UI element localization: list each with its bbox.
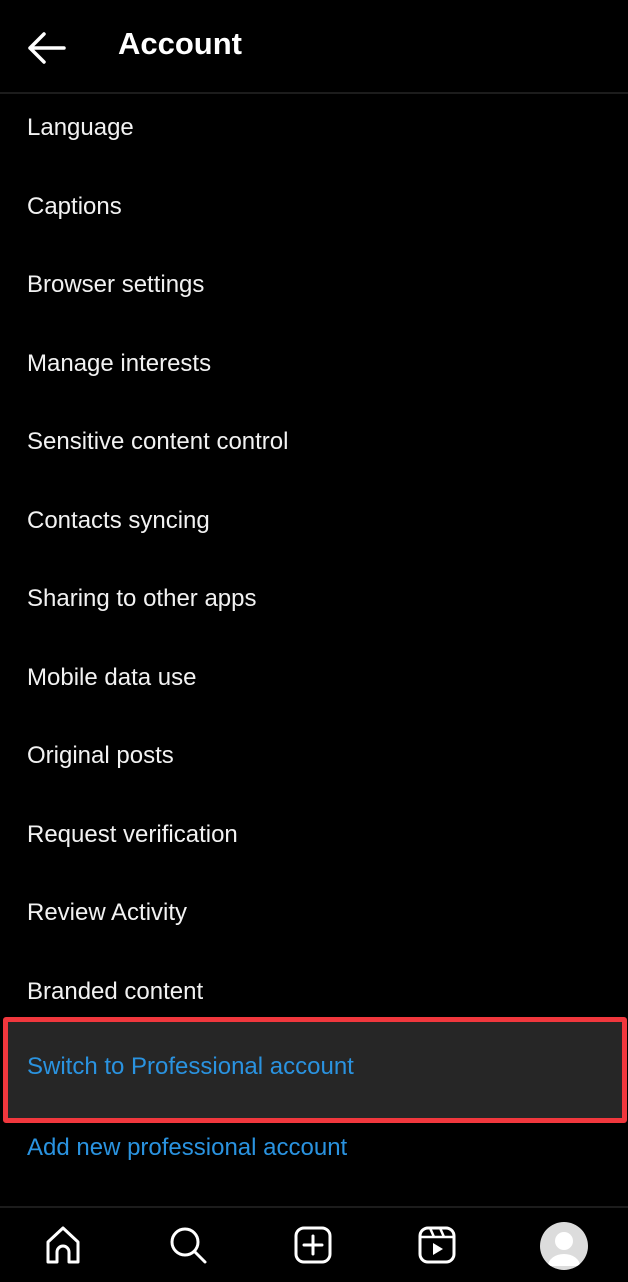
menu-item-browser-settings[interactable]: Browser settings <box>0 246 628 325</box>
page-title: Account <box>118 26 242 61</box>
menu-item-manage-interests[interactable]: Manage interests <box>0 325 628 404</box>
arrow-left-icon[interactable] <box>24 28 68 68</box>
settings-list: Language Captions Browser settings Manag… <box>0 89 628 1031</box>
profile-avatar[interactable] <box>540 1222 588 1270</box>
user-silhouette-icon <box>548 1232 580 1266</box>
menu-item-sensitive-content[interactable]: Sensitive content control <box>0 403 628 482</box>
menu-item-sharing[interactable]: Sharing to other apps <box>0 560 628 639</box>
menu-item-language[interactable]: Language <box>0 89 628 168</box>
search-icon[interactable] <box>165 1222 211 1268</box>
home-icon[interactable] <box>40 1222 86 1268</box>
menu-item-review-activity[interactable]: Review Activity <box>0 874 628 953</box>
menu-item-contacts-syncing[interactable]: Contacts syncing <box>0 482 628 561</box>
menu-item-request-verification[interactable]: Request verification <box>0 796 628 875</box>
create-icon[interactable] <box>290 1222 336 1268</box>
reels-icon[interactable] <box>414 1222 460 1268</box>
header: Account <box>0 0 628 94</box>
menu-item-mobile-data[interactable]: Mobile data use <box>0 639 628 718</box>
switch-professional-link[interactable]: Switch to Professional account <box>27 1053 354 1081</box>
menu-item-original-posts[interactable]: Original posts <box>0 717 628 796</box>
menu-item-captions[interactable]: Captions <box>0 168 628 247</box>
bottom-nav <box>0 1206 628 1282</box>
add-professional-link[interactable]: Add new professional account <box>27 1134 347 1162</box>
